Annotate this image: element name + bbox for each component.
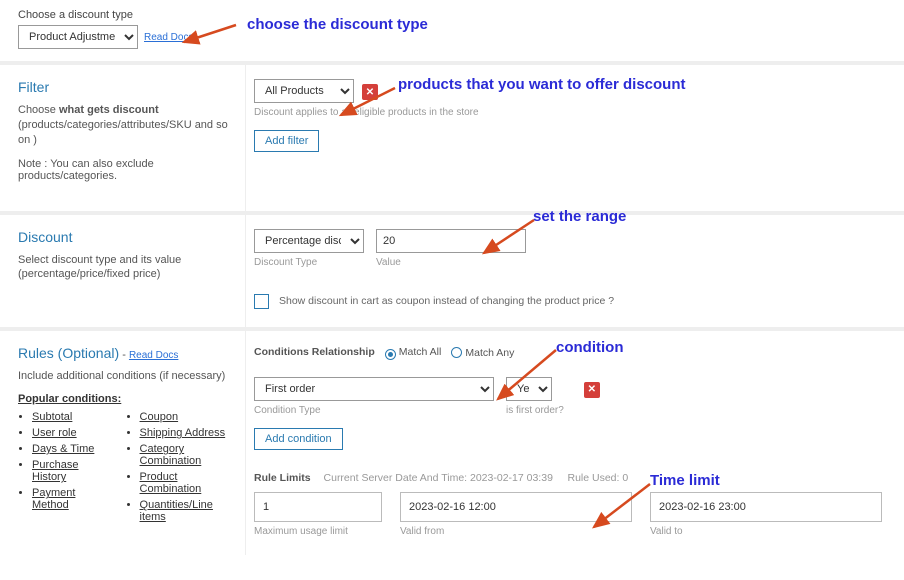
max-usage-input[interactable] — [254, 492, 382, 522]
max-usage-helper: Maximum usage limit — [254, 526, 382, 537]
discount-type-select[interactable]: Product Adjustment — [18, 25, 138, 49]
condition-value-helper: is first order? — [506, 405, 564, 416]
popular-item[interactable]: Shipping Address — [140, 427, 233, 439]
server-time-value: 2023-02-17 03:39 — [470, 472, 553, 484]
popular-item[interactable]: Subtotal — [32, 411, 104, 423]
discount-value-input[interactable] — [376, 229, 526, 253]
discount-type-value-select[interactable]: Percentage discount — [254, 229, 364, 253]
valid-to-input[interactable] — [650, 492, 882, 522]
rule-used-value: 0 — [622, 472, 628, 484]
filter-title: Filter — [18, 79, 233, 95]
read-docs-link[interactable]: Read Docs — [144, 32, 193, 43]
popular-item[interactable]: Category Combination — [140, 443, 233, 467]
rules-title: Rules (Optional) - Read Docs — [18, 345, 233, 361]
discount-type-label: Choose a discount type — [18, 9, 904, 21]
discount-desc: Select discount type and its value (perc… — [18, 253, 233, 283]
rule-used-label: Rule Used: — [568, 472, 623, 484]
popular-item[interactable]: User role — [32, 427, 104, 439]
conditions-relationship-label: Conditions Relationship — [254, 346, 375, 358]
add-condition-button[interactable]: Add condition — [254, 428, 343, 450]
rules-read-docs-link[interactable]: Read Docs — [129, 350, 178, 361]
filter-note: Note : You can also exclude products/cat… — [18, 158, 233, 182]
discount-title: Discount — [18, 229, 233, 245]
match-all-radio[interactable]: Match All — [385, 346, 442, 358]
filter-desc: Choose what gets discount (products/cate… — [18, 103, 233, 148]
discount-type-helper: Discount Type — [254, 257, 364, 268]
popular-conditions-title: Popular conditions: — [18, 393, 233, 405]
popular-right-list: Coupon Shipping Address Category Combina… — [126, 411, 233, 527]
valid-from-helper: Valid from — [400, 526, 632, 537]
condition-type-select[interactable]: First order — [254, 377, 494, 401]
show-as-coupon-label: Show discount in cart as coupon instead … — [279, 295, 614, 307]
popular-item[interactable]: Coupon — [140, 411, 233, 423]
popular-item[interactable]: Days & Time — [32, 443, 104, 455]
condition-value-select[interactable]: Yes — [506, 377, 552, 401]
popular-item[interactable]: Payment Method — [32, 487, 104, 511]
popular-item[interactable]: Product Combination — [140, 471, 233, 495]
remove-filter-icon[interactable]: ✕ — [362, 84, 378, 100]
show-as-coupon-checkbox[interactable] — [254, 294, 269, 309]
popular-left-list: Subtotal User role Days & Time Purchase … — [18, 411, 104, 527]
rules-desc: Include additional conditions (if necess… — [18, 369, 233, 384]
filter-products-select[interactable]: All Products — [254, 79, 354, 103]
discount-value-helper: Value — [376, 257, 526, 268]
valid-from-input[interactable] — [400, 492, 632, 522]
popular-item[interactable]: Quantities/Line items — [140, 499, 233, 523]
condition-type-helper: Condition Type — [254, 405, 494, 416]
add-filter-button[interactable]: Add filter — [254, 130, 319, 152]
filter-helper: Discount applies to all eligible product… — [254, 107, 880, 118]
remove-condition-icon[interactable]: ✕ — [584, 382, 600, 398]
server-time-label: Current Server Date And Time: — [324, 472, 470, 484]
match-any-radio[interactable]: Match Any — [451, 345, 514, 359]
rule-limits-label: Rule Limits — [254, 472, 311, 484]
valid-to-helper: Valid to — [650, 526, 882, 537]
popular-item[interactable]: Purchase History — [32, 459, 104, 483]
